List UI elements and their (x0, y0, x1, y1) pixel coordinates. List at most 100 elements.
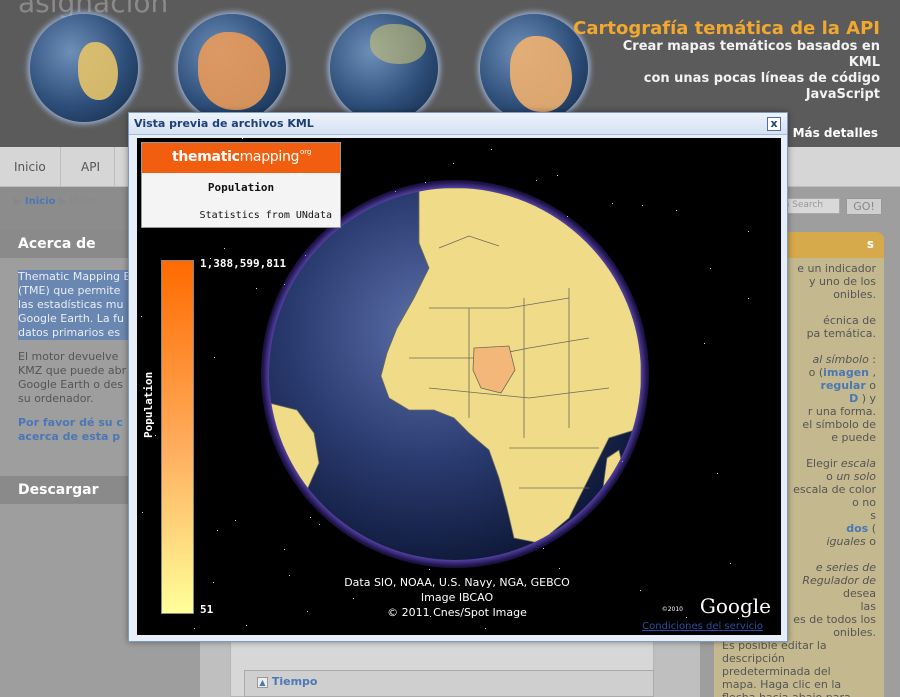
info-box-text: onibles. (833, 626, 876, 639)
star (536, 180, 537, 181)
star (559, 568, 560, 569)
breadcrumb-home[interactable]: Inicio (25, 196, 56, 207)
star (194, 628, 195, 629)
star (155, 435, 156, 436)
info-box-link[interactable]: dos (846, 522, 868, 535)
earth-globe[interactable] (269, 188, 641, 560)
google-earth-viewer[interactable]: thematicmapping org Population Statistic… (137, 138, 781, 635)
breadcrumb-arrow-icon: ▶ (14, 196, 25, 207)
star (214, 357, 215, 358)
star (676, 210, 677, 211)
info-box-text: un solo (836, 470, 876, 483)
tagline-line: Crear mapas temáticos basados en (622, 39, 880, 54)
legend-label: Population (142, 371, 155, 438)
globe-thumbnail-4[interactable] (480, 14, 588, 122)
time-section-label: Tiempo (271, 675, 318, 688)
feedback-link[interactable]: Por favor dé su c (18, 416, 130, 430)
map-title: Population (207, 181, 275, 194)
star (730, 563, 731, 564)
star (491, 149, 492, 150)
legend-min-value: 51 (200, 603, 214, 616)
star (485, 628, 486, 629)
star (640, 590, 641, 591)
tagline-line: KML (848, 55, 880, 70)
star (748, 231, 749, 232)
info-box-text: , (869, 366, 876, 379)
info-box-text: iguales (826, 535, 866, 548)
attribution-line: © 2011 Cnes/Spot Image (387, 606, 527, 619)
map-subtitle: Statistics from UNdata (199, 210, 332, 221)
time-section[interactable]: ▲ Tiempo (244, 670, 654, 697)
search-go-button[interactable]: GO! (846, 198, 882, 215)
star (256, 288, 257, 289)
info-box-text: o (865, 535, 876, 548)
info-box-text: s (870, 509, 876, 522)
info-box-text: predeterminada del (722, 665, 831, 678)
info-box-link[interactable]: imagen (823, 366, 869, 379)
nav-item-api[interactable]: API (67, 147, 115, 187)
globe-thumbnail-2[interactable] (178, 14, 286, 122)
info-box-line: flecha hacia abajo para (722, 691, 876, 697)
collapse-arrow-icon[interactable]: ▲ (257, 676, 268, 688)
google-logo[interactable]: Google (700, 594, 771, 618)
star (235, 520, 236, 521)
info-box-link[interactable]: regular (821, 379, 866, 392)
star (710, 268, 711, 269)
star (217, 530, 218, 531)
star (142, 512, 143, 513)
info-box-text: o no (852, 496, 876, 509)
star (429, 569, 430, 570)
star (686, 617, 687, 618)
info-box-text: escala (840, 457, 876, 470)
terms-of-service-link[interactable]: Condiciones del servicio (642, 621, 763, 632)
info-box-text: r una forma. (807, 405, 876, 418)
info-box-text: flecha hacia abajo para (722, 691, 851, 697)
info-box-text: e series de (815, 561, 876, 574)
star (224, 248, 225, 249)
breadcrumb-current: Motor (69, 196, 99, 207)
logo-sup: org (300, 148, 312, 156)
thematicmapping-card: thematicmapping org Population Statistic… (141, 142, 341, 228)
info-box-text: o (865, 379, 876, 392)
star (141, 316, 142, 317)
info-box-link[interactable]: D (849, 392, 858, 405)
dialog-titlebar[interactable]: Vista previa de archivos KML x (129, 113, 787, 135)
about-line: KMZ que puede abr (18, 364, 127, 377)
star (242, 138, 243, 139)
tagline-title: Cartografía temática de la API (573, 18, 880, 39)
dialog-title: Vista previa de archivos KML (134, 117, 314, 130)
info-box-text: ) y (858, 392, 876, 405)
about-line: (TME) que permite (18, 284, 130, 298)
globe-thumbnail-3[interactable] (330, 14, 438, 122)
info-box-line: predeterminada del (722, 665, 876, 678)
logo-text-bold: thematic (172, 149, 240, 165)
logo-text-rest: mapping (239, 149, 300, 165)
info-box-line: descripción (722, 652, 876, 665)
kml-preview-dialog: Vista previa de archivos KML x thematicm… (128, 112, 788, 642)
info-box-text: el símbolo de (802, 418, 876, 431)
info-box-text: descripción (722, 652, 785, 665)
thematicmapping-logo[interactable]: thematicmapping org (142, 143, 340, 173)
breadcrumb: ▶ Inicio ▶ Motor (14, 196, 98, 207)
info-box-text: onibles. (833, 288, 876, 301)
star (246, 625, 247, 626)
about-line: Thematic Mapping E (18, 270, 130, 284)
header-tagline: Cartografía temática de la API Crear map… (573, 18, 880, 103)
info-box-text: es de todos los (793, 613, 876, 626)
close-icon[interactable]: x (767, 117, 781, 131)
star (717, 473, 718, 474)
attribution-line: Data SIO, NOAA, U.S. Navy, NGA, GEBCO (344, 576, 570, 589)
globe-thumbnail-1[interactable] (30, 14, 138, 122)
star (704, 343, 705, 344)
feedback-link[interactable]: acerca de esta p (18, 430, 130, 444)
about-text: Thematic Mapping E (TME) que permite las… (18, 270, 130, 454)
info-box-text: y uno de los (809, 275, 876, 288)
nav-item-inicio[interactable]: Inicio (0, 147, 61, 187)
more-details-link[interactable]: » Más detalles (781, 126, 878, 140)
tagline-line: JavaScript (805, 87, 880, 102)
about-line: datos primarios es (18, 326, 130, 340)
google-copyright: ©2010 (661, 606, 683, 613)
star (453, 163, 454, 164)
star (213, 582, 214, 583)
star (642, 205, 643, 206)
